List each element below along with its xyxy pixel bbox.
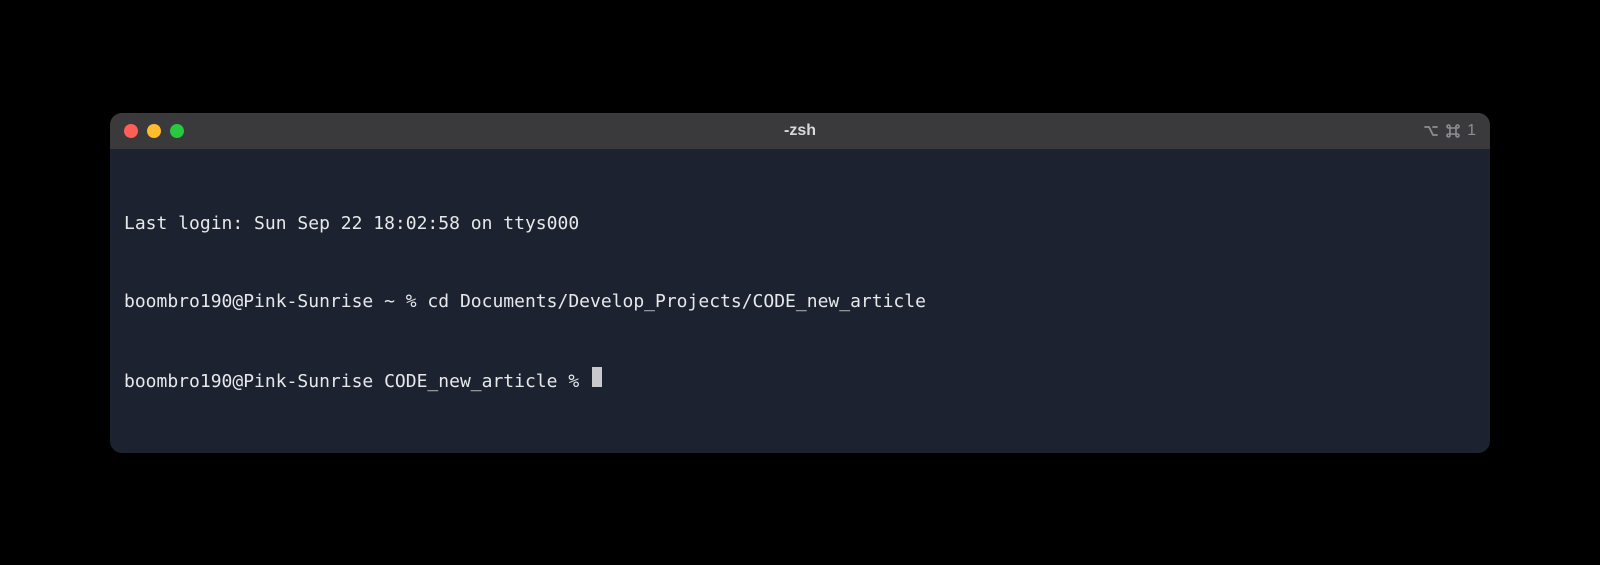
terminal-body[interactable]: Last login: Sun Sep 22 18:02:58 on ttys0… [110, 149, 1490, 453]
terminal-prompt-line: boombro190@Pink-Sunrise CODE_new_article… [124, 367, 1476, 395]
window-title: -zsh [784, 122, 816, 140]
cursor-icon [592, 367, 602, 387]
command-icon [1445, 123, 1461, 139]
close-button[interactable] [124, 124, 138, 138]
option-icon [1423, 123, 1439, 139]
terminal-output-line: boombro190@Pink-Sunrise ~ % cd Documents… [124, 289, 1476, 315]
terminal-prompt: boombro190@Pink-Sunrise CODE_new_article… [124, 369, 590, 395]
terminal-output-line: Last login: Sun Sep 22 18:02:58 on ttys0… [124, 211, 1476, 237]
traffic-lights [124, 124, 184, 138]
title-bar[interactable]: -zsh 1 [110, 113, 1490, 149]
maximize-button[interactable] [170, 124, 184, 138]
minimize-button[interactable] [147, 124, 161, 138]
terminal-window: -zsh 1 Last login: Sun Sep 22 18:02:58 o… [110, 113, 1490, 453]
window-number: 1 [1467, 122, 1476, 140]
title-bar-right: 1 [1423, 122, 1476, 140]
